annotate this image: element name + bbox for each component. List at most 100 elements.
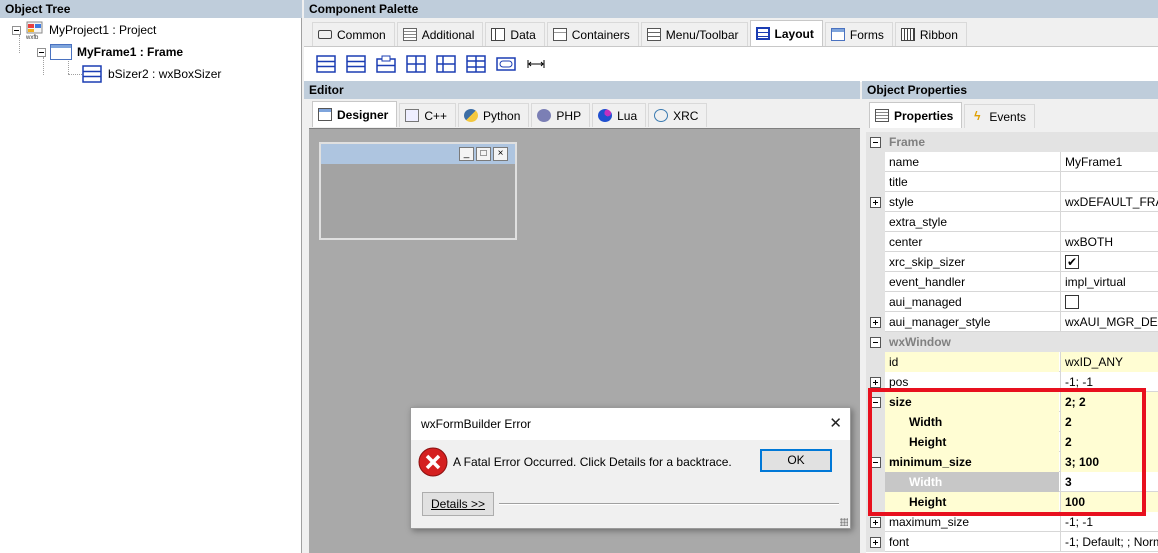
property-name: event_handler xyxy=(889,275,966,289)
property-value[interactable]: -1; Default; ; Norm xyxy=(1060,532,1158,552)
expand-icon[interactable] xyxy=(870,377,881,388)
tab-label: Designer xyxy=(337,107,389,122)
frame-preview[interactable]: _ □ × xyxy=(319,142,517,240)
std-dialog-button-sizer-icon[interactable] xyxy=(496,55,516,73)
spacer-tool-icon[interactable] xyxy=(526,55,546,73)
maximize-icon: □ xyxy=(476,147,491,161)
tab-lua[interactable]: Lua xyxy=(592,103,647,127)
property-name: style xyxy=(889,195,914,209)
tab-ribbon[interactable]: Ribbon xyxy=(894,22,967,46)
property-value[interactable] xyxy=(1060,292,1158,312)
tab-menu-toolbar[interactable]: Menu/Toolbar xyxy=(640,22,748,46)
error-icon xyxy=(418,447,448,477)
property-name: aui_managed xyxy=(889,295,962,309)
property-name: Frame xyxy=(885,132,1158,152)
layout-toolbar xyxy=(304,46,1158,82)
collapse-icon[interactable] xyxy=(870,337,881,348)
ribbon-icon xyxy=(900,28,915,41)
property-value[interactable]: wxID_ANY xyxy=(1060,352,1158,372)
tab-containers[interactable]: Containers xyxy=(546,22,639,46)
editor-tabs: Designer C++ Python PHP Lua XRC xyxy=(312,101,709,127)
property-value[interactable]: MyFrame1 xyxy=(1060,152,1158,172)
tree-node-project[interactable]: wxfb MyProject1 : Project xyxy=(12,20,156,40)
tab-label: Additional xyxy=(421,27,475,42)
property-row[interactable]: xrc_skip_sizer ✔ xyxy=(866,252,1158,272)
property-value[interactable] xyxy=(1060,212,1158,232)
collapse-icon[interactable] xyxy=(12,25,21,35)
tab-events[interactable]: ϟ Events xyxy=(964,104,1036,128)
project-icon: wxfb xyxy=(25,21,43,40)
property-row[interactable]: center wxBOTH xyxy=(866,232,1158,252)
property-name: wxWindow xyxy=(885,332,1158,352)
expand-icon[interactable] xyxy=(870,197,881,208)
wrap-sizer-tool-icon[interactable] xyxy=(346,55,366,73)
box-sizer-tool-icon[interactable] xyxy=(316,55,336,73)
details-button[interactable]: Details >> xyxy=(422,492,494,516)
checkbox[interactable] xyxy=(1065,295,1079,309)
property-value[interactable]: ✔ xyxy=(1060,252,1158,272)
menu-toolbar-icon xyxy=(646,28,661,41)
tab-data[interactable]: Data xyxy=(485,22,545,46)
expand-icon[interactable] xyxy=(870,537,881,548)
dialog-spacer xyxy=(411,483,850,484)
property-row[interactable]: aui_managed xyxy=(866,292,1158,312)
tab-xrc[interactable]: XRC xyxy=(648,103,708,127)
ok-button[interactable]: OK xyxy=(760,449,832,472)
property-gutter xyxy=(866,332,885,352)
flex-grid-sizer-tool-icon[interactable] xyxy=(436,55,456,73)
tab-additional[interactable]: Additional xyxy=(396,22,484,46)
property-row[interactable]: id wxID_ANY xyxy=(866,352,1158,372)
tab-label: Menu/Toolbar xyxy=(665,27,739,42)
grid-sizer-tool-icon[interactable] xyxy=(406,55,426,73)
property-gutter xyxy=(866,172,885,192)
property-gutter xyxy=(866,532,885,552)
property-row[interactable]: extra_style xyxy=(866,212,1158,232)
tab-label: Properties xyxy=(894,108,954,123)
tab-forms[interactable]: Forms xyxy=(824,22,893,46)
tree-node-sizer[interactable]: bSizer2 : wxBoxSizer xyxy=(82,64,221,84)
property-category[interactable]: wxWindow xyxy=(866,332,1158,352)
tab-properties[interactable]: Properties xyxy=(869,102,963,128)
static-box-sizer-tool-icon[interactable] xyxy=(376,55,396,73)
button-widget-icon xyxy=(318,30,332,39)
property-value[interactable]: impl_virtual xyxy=(1060,272,1158,292)
tab-cpp[interactable]: C++ xyxy=(399,103,457,127)
property-row[interactable]: title xyxy=(866,172,1158,192)
tab-php[interactable]: PHP xyxy=(531,103,591,127)
property-row[interactable]: aui_manager_style wxAUI_MGR_DEFA xyxy=(866,312,1158,332)
checkbox[interactable]: ✔ xyxy=(1065,255,1079,269)
expand-icon[interactable] xyxy=(870,317,881,328)
minimize-icon: _ xyxy=(459,147,474,161)
error-dialog[interactable]: wxFormBuilder Error ✕ A Fatal Error Occu… xyxy=(410,407,851,529)
collapse-icon[interactable] xyxy=(870,137,881,148)
property-value[interactable]: wxAUI_MGR_DEFA xyxy=(1060,312,1158,332)
editor-title: Editor xyxy=(304,81,860,99)
property-value[interactable]: wxDEFAULT_FRAM xyxy=(1060,192,1158,212)
property-value[interactable]: wxBOTH xyxy=(1060,232,1158,252)
expand-icon[interactable] xyxy=(870,517,881,528)
box-sizer-icon xyxy=(755,27,770,40)
xrc-icon xyxy=(654,109,669,122)
property-row[interactable]: font -1; Default; ; Norm xyxy=(866,532,1158,552)
resize-grip-icon[interactable] xyxy=(840,518,848,526)
property-name: extra_style xyxy=(889,215,948,229)
property-category[interactable]: Frame xyxy=(866,132,1158,152)
tree-node-frame[interactable]: MyFrame1 : Frame xyxy=(37,42,183,62)
tab-python[interactable]: Python xyxy=(458,103,530,127)
close-icon[interactable]: ✕ xyxy=(829,414,842,432)
tab-label: Data xyxy=(510,27,536,42)
tree-node-label: bSizer2 : wxBoxSizer xyxy=(108,67,222,81)
gridbag-sizer-tool-icon[interactable] xyxy=(466,55,486,73)
property-row[interactable]: event_handler impl_virtual xyxy=(866,272,1158,292)
tab-designer[interactable]: Designer xyxy=(312,101,398,127)
property-value[interactable] xyxy=(1060,172,1158,192)
tab-layout[interactable]: Layout xyxy=(749,20,823,46)
frame-icon xyxy=(50,44,72,60)
object-tree-title: Object Tree xyxy=(0,0,302,18)
property-row[interactable]: name MyFrame1 xyxy=(866,152,1158,172)
property-row[interactable]: style wxDEFAULT_FRAM xyxy=(866,192,1158,212)
object-tree[interactable]: wxfb MyProject1 : Project MyFrame1 : Fra… xyxy=(0,18,302,553)
tab-common[interactable]: Common xyxy=(312,22,395,46)
collapse-icon[interactable] xyxy=(37,47,46,57)
tab-label: Lua xyxy=(617,108,638,123)
